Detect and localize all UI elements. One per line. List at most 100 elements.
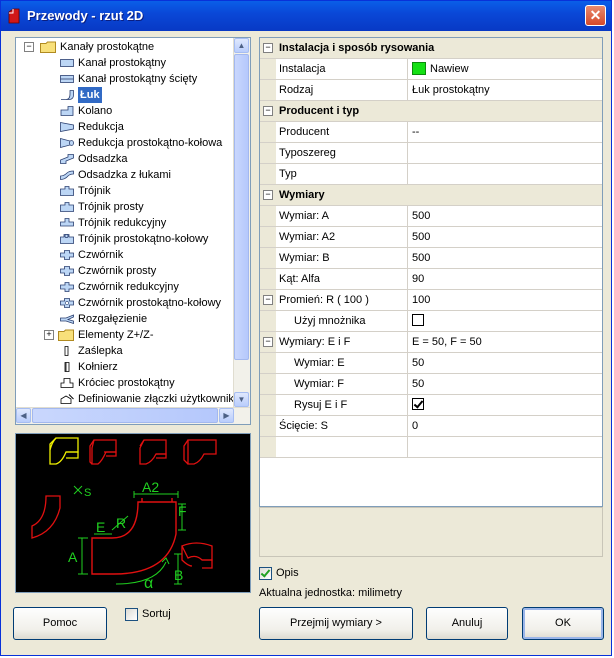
elbow-icon — [60, 106, 74, 116]
property-row-wymiar-a[interactable]: Wymiar: A 500 — [260, 206, 602, 227]
tee-icon — [60, 186, 74, 196]
typ-value[interactable] — [408, 164, 602, 184]
element-tree[interactable]: − Kanały prostokątne Kanał prostokątny Ka… — [15, 37, 251, 425]
tree-vertical-scrollbar[interactable]: ▲ ▼ — [233, 38, 250, 408]
rysuj-checkbox[interactable] — [412, 398, 424, 411]
property-label: Rysuj E i F — [276, 395, 408, 415]
tree-item-label: Redukcja — [78, 121, 124, 133]
tree-item-label: Czwórnik prosty — [78, 265, 157, 277]
tree-item-label: Łuk — [78, 87, 102, 103]
property-row-typoszereg[interactable]: Typoszereg — [260, 143, 602, 164]
tree-item-label: Odsadzka — [78, 153, 128, 165]
sortuj-checkbox[interactable] — [125, 608, 138, 621]
collapse-icon[interactable]: − — [24, 42, 34, 52]
property-row-promien[interactable]: − Promień: R ( 100 ) 100 — [260, 290, 602, 311]
kat-value[interactable]: 90 — [408, 269, 602, 289]
property-row-rodzaj[interactable]: Rodzaj Łuk prostokątny — [260, 80, 602, 101]
category-instalacja[interactable]: − Instalacja i sposób rysowania — [260, 38, 602, 59]
scroll-right-button[interactable]: ▶ — [219, 408, 234, 423]
property-row-instalacja[interactable]: Instalacja Nawiew — [260, 59, 602, 80]
wymiar-f-value[interactable]: 50 — [408, 374, 602, 394]
collapse-icon[interactable]: − — [263, 106, 273, 116]
property-row-mnoznik[interactable]: Użyj mnożnika — [260, 311, 602, 332]
offset-icon — [60, 154, 74, 164]
title-bar[interactable]: Przewody - rzut 2D ✕ — [1, 1, 611, 31]
opis-checkbox[interactable] — [259, 567, 272, 580]
flange-icon — [64, 362, 70, 372]
property-row-kat[interactable]: Kąt: Alfa 90 — [260, 269, 602, 290]
tree-folder-label: Kanały prostokątne — [60, 41, 155, 53]
bend-icon — [61, 90, 74, 100]
tree-item-label: Kołnierz — [78, 361, 118, 373]
category-producent[interactable]: − Producent i typ — [260, 101, 602, 122]
rect-duct-icon — [60, 59, 74, 67]
rect-round-reducer-icon — [60, 138, 74, 148]
property-row-wymiar-f[interactable]: Wymiar: F 50 — [260, 374, 602, 395]
preview-drawing: S A2 E R F A B α — [31, 437, 217, 592]
collapse-icon[interactable]: − — [263, 295, 273, 305]
mnoznik-checkbox[interactable] — [412, 314, 424, 327]
property-row-typ[interactable]: Typ — [260, 164, 602, 185]
preview-3d-elbow — [89, 439, 117, 465]
close-button[interactable]: ✕ — [585, 5, 606, 26]
property-label: Typoszereg — [276, 143, 408, 163]
rodzaj-value[interactable]: Łuk prostokątny — [408, 80, 602, 100]
anuluj-button[interactable]: Anuluj — [426, 607, 508, 640]
promien-value[interactable]: 100 — [408, 290, 602, 310]
collapse-icon[interactable]: − — [263, 43, 273, 53]
property-label: Wymiar: E — [276, 353, 408, 373]
folder-icon — [40, 41, 56, 53]
wymiary-ef-value[interactable]: E = 50, F = 50 — [408, 332, 602, 352]
property-row-empty — [260, 437, 602, 458]
scroll-left-button[interactable]: ◀ — [16, 408, 31, 423]
property-row-sciecie[interactable]: Ścięcie: S 0 — [260, 416, 602, 437]
offset-bends-icon — [60, 170, 74, 180]
tree-item-label: Czwórnik prostokątno-kołowy — [78, 297, 222, 309]
wymiar-a2-value[interactable]: 500 — [408, 227, 602, 247]
window-title: Przewody - rzut 2D — [27, 8, 144, 23]
mnoznik-value[interactable] — [408, 311, 602, 331]
scroll-down-button[interactable]: ▼ — [234, 392, 249, 407]
property-row-wymiar-b[interactable]: Wymiar: B 500 — [260, 248, 602, 269]
property-label: Ścięcie: S — [276, 416, 408, 436]
ok-button[interactable]: OK — [522, 607, 604, 640]
category-label: Producent i typ — [279, 105, 360, 117]
spigot-icon — [60, 378, 74, 388]
tree-item-label: Kanał prostokątny — [78, 57, 167, 69]
property-label: Producent — [276, 122, 408, 142]
preview-bend-small — [31, 495, 61, 539]
producent-value[interactable]: -- — [408, 122, 602, 142]
scroll-up-button[interactable]: ▲ — [234, 38, 249, 53]
instalacja-value[interactable]: Nawiew — [408, 59, 602, 79]
category-wymiary[interactable]: − Wymiary — [260, 185, 602, 206]
property-row-producent[interactable]: Producent -- — [260, 122, 602, 143]
pomoc-button[interactable]: Pomoc — [13, 607, 107, 640]
category-label: Wymiary — [279, 189, 325, 201]
wymiar-a-value[interactable]: 500 — [408, 206, 602, 226]
opis-label: Opis — [276, 567, 299, 579]
preview-label-e: E — [96, 519, 105, 535]
tree-horizontal-scrollbar[interactable]: ◀ ▶ — [16, 407, 250, 424]
property-label: Typ — [276, 164, 408, 184]
sortuj-label: Sortuj — [142, 608, 171, 620]
property-row-wymiar-e[interactable]: Wymiar: E 50 — [260, 353, 602, 374]
sciecie-value[interactable]: 0 — [408, 416, 602, 436]
collapse-icon[interactable]: − — [263, 337, 273, 347]
property-grid[interactable]: − Instalacja i sposób rysowania Instalac… — [259, 37, 603, 507]
wymiar-e-value[interactable]: 50 — [408, 353, 602, 373]
property-row-wymiary-ef[interactable]: − Wymiary: E i F E = 50, F = 50 — [260, 332, 602, 353]
collapse-icon[interactable]: − — [263, 190, 273, 200]
property-row-wymiar-a2[interactable]: Wymiar: A2 500 — [260, 227, 602, 248]
property-row-rysuj[interactable]: Rysuj E i F — [260, 395, 602, 416]
wymiar-b-value[interactable]: 500 — [408, 248, 602, 268]
scroll-thumb[interactable] — [234, 54, 249, 360]
preview-3d-elbow — [139, 439, 167, 465]
typoszereg-value[interactable] — [408, 143, 602, 163]
expand-icon[interactable]: + — [44, 330, 54, 340]
tree-item-label: Króciec prostokątny — [78, 377, 175, 389]
close-icon: ✕ — [589, 7, 602, 23]
scroll-thumb[interactable] — [32, 408, 218, 423]
property-label: Wymiar: B — [276, 248, 408, 268]
rysuj-value[interactable] — [408, 395, 602, 415]
przejmij-wymiary-button[interactable]: Przejmij wymiary > — [259, 607, 413, 640]
